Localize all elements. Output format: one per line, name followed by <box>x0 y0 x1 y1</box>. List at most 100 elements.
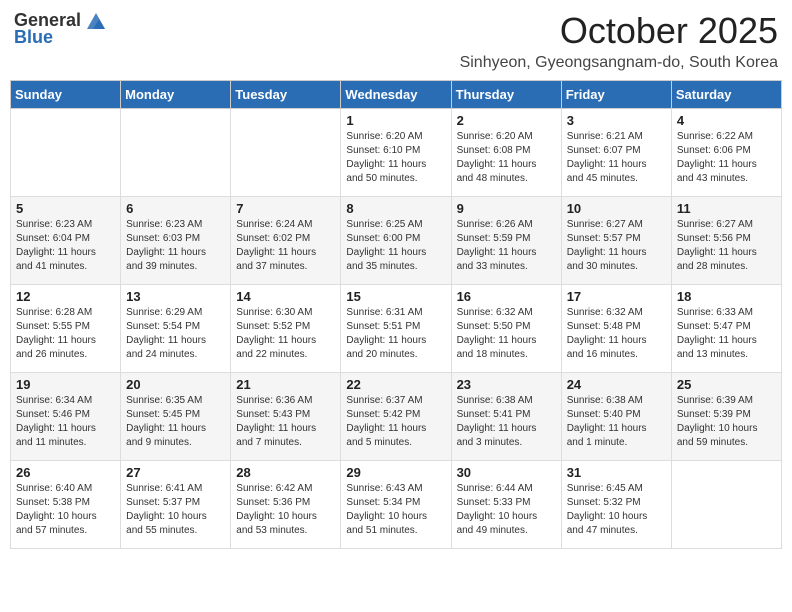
day-info: Sunrise: 6:45 AMSunset: 5:32 PMDaylight:… <box>567 482 666 538</box>
calendar-week-4: 19 Sunrise: 6:34 AMSunset: 5:46 PMDayligh… <box>11 373 782 461</box>
day-header-saturday: Saturday <box>671 81 781 109</box>
calendar-cell: 23 Sunrise: 6:38 AMSunset: 5:41 PMDayligh… <box>451 373 561 461</box>
calendar-cell: 17 Sunrise: 6:32 AMSunset: 5:48 PMDayligh… <box>561 285 671 373</box>
day-number: 11 <box>677 201 776 216</box>
logo-icon <box>85 11 107 31</box>
calendar-cell: 25Sunrise: 6:39 AMSunset: 5:39 PMDayligh… <box>671 373 781 461</box>
day-number: 26 <box>16 465 115 480</box>
calendar-cell: 18 Sunrise: 6:33 AMSunset: 5:47 PMDayligh… <box>671 285 781 373</box>
calendar-cell: 13 Sunrise: 6:29 AMSunset: 5:54 PMDayligh… <box>121 285 231 373</box>
day-number: 1 <box>346 113 445 128</box>
calendar-cell: 31 Sunrise: 6:45 AMSunset: 5:32 PMDayligh… <box>561 461 671 549</box>
calendar-cell: 12Sunrise: 6:28 AMSunset: 5:55 PMDayligh… <box>11 285 121 373</box>
calendar-cell: 15Sunrise: 6:31 AMSunset: 5:51 PMDayligh… <box>341 285 451 373</box>
day-info: Sunrise: 6:33 AMSunset: 5:47 PMDaylight:… <box>677 306 776 362</box>
day-info: Sunrise: 6:23 AMSunset: 6:04 PMDaylight:… <box>16 218 115 274</box>
day-header-thursday: Thursday <box>451 81 561 109</box>
day-number: 25 <box>677 377 776 392</box>
calendar-cell: 21 Sunrise: 6:36 AMSunset: 5:43 PMDayligh… <box>231 373 341 461</box>
day-number: 18 <box>677 289 776 304</box>
calendar-week-2: 5 Sunrise: 6:23 AMSunset: 6:04 PMDaylight… <box>11 197 782 285</box>
day-number: 14 <box>236 289 335 304</box>
calendar-cell: 5 Sunrise: 6:23 AMSunset: 6:04 PMDaylight… <box>11 197 121 285</box>
day-info: Sunrise: 6:38 AMSunset: 5:40 PMDaylight:… <box>567 394 666 450</box>
day-info: Sunrise: 6:27 AMSunset: 5:56 PMDaylight:… <box>677 218 776 274</box>
day-info: Sunrise: 6:25 AMSunset: 6:00 PMDaylight:… <box>346 218 445 274</box>
day-number: 21 <box>236 377 335 392</box>
day-info: Sunrise: 6:30 AMSunset: 5:52 PMDaylight:… <box>236 306 335 362</box>
calendar-cell: 7 Sunrise: 6:24 AMSunset: 6:02 PMDaylight… <box>231 197 341 285</box>
day-info: Sunrise: 6:43 AMSunset: 5:34 PMDaylight:… <box>346 482 445 538</box>
day-number: 19 <box>16 377 115 392</box>
day-info: Sunrise: 6:20 AMSunset: 6:10 PMDaylight:… <box>346 130 445 186</box>
day-info: Sunrise: 6:34 AMSunset: 5:46 PMDaylight:… <box>16 394 115 450</box>
day-info: Sunrise: 6:32 AMSunset: 5:48 PMDaylight:… <box>567 306 666 362</box>
calendar-cell <box>231 109 341 197</box>
calendar-cell <box>671 461 781 549</box>
calendar-cell: 19 Sunrise: 6:34 AMSunset: 5:46 PMDayligh… <box>11 373 121 461</box>
day-header-monday: Monday <box>121 81 231 109</box>
day-number: 2 <box>457 113 556 128</box>
calendar-cell: 26 Sunrise: 6:40 AMSunset: 5:38 PMDayligh… <box>11 461 121 549</box>
calendar-week-3: 12Sunrise: 6:28 AMSunset: 5:55 PMDayligh… <box>11 285 782 373</box>
month-title: October 2025 <box>460 10 778 52</box>
day-number: 28 <box>236 465 335 480</box>
calendar-cell <box>11 109 121 197</box>
calendar-week-1: 1 Sunrise: 6:20 AMSunset: 6:10 PMDaylight… <box>11 109 782 197</box>
day-info: Sunrise: 6:36 AMSunset: 5:43 PMDaylight:… <box>236 394 335 450</box>
day-info: Sunrise: 6:29 AMSunset: 5:54 PMDaylight:… <box>126 306 225 362</box>
day-number: 4 <box>677 113 776 128</box>
day-info: Sunrise: 6:38 AMSunset: 5:41 PMDaylight:… <box>457 394 556 450</box>
day-number: 16 <box>457 289 556 304</box>
day-number: 23 <box>457 377 556 392</box>
day-header-tuesday: Tuesday <box>231 81 341 109</box>
day-number: 3 <box>567 113 666 128</box>
day-number: 13 <box>126 289 225 304</box>
calendar-cell: 6 Sunrise: 6:23 AMSunset: 6:03 PMDaylight… <box>121 197 231 285</box>
day-info: Sunrise: 6:23 AMSunset: 6:03 PMDaylight:… <box>126 218 225 274</box>
day-number: 5 <box>16 201 115 216</box>
day-info: Sunrise: 6:22 AMSunset: 6:06 PMDaylight:… <box>677 130 776 186</box>
day-info: Sunrise: 6:44 AMSunset: 5:33 PMDaylight:… <box>457 482 556 538</box>
day-number: 8 <box>346 201 445 216</box>
day-info: Sunrise: 6:35 AMSunset: 5:45 PMDaylight:… <box>126 394 225 450</box>
day-number: 6 <box>126 201 225 216</box>
calendar-cell: 11 Sunrise: 6:27 AMSunset: 5:56 PMDayligh… <box>671 197 781 285</box>
logo: General Blue <box>14 10 107 48</box>
calendar-cell: 30Sunrise: 6:44 AMSunset: 5:33 PMDayligh… <box>451 461 561 549</box>
location-title: Sinhyeon, Gyeongsangnam-do, South Korea <box>460 54 778 72</box>
calendar-cell: 10Sunrise: 6:27 AMSunset: 5:57 PMDayligh… <box>561 197 671 285</box>
calendar-cell: 24 Sunrise: 6:38 AMSunset: 5:40 PMDayligh… <box>561 373 671 461</box>
day-number: 31 <box>567 465 666 480</box>
day-number: 12 <box>16 289 115 304</box>
calendar-cell <box>121 109 231 197</box>
day-header-friday: Friday <box>561 81 671 109</box>
day-info: Sunrise: 6:32 AMSunset: 5:50 PMDaylight:… <box>457 306 556 362</box>
day-number: 15 <box>346 289 445 304</box>
day-info: Sunrise: 6:40 AMSunset: 5:38 PMDaylight:… <box>16 482 115 538</box>
day-header-sunday: Sunday <box>11 81 121 109</box>
calendar-week-5: 26 Sunrise: 6:40 AMSunset: 5:38 PMDayligh… <box>11 461 782 549</box>
calendar-cell: 9 Sunrise: 6:26 AMSunset: 5:59 PMDaylight… <box>451 197 561 285</box>
day-info: Sunrise: 6:41 AMSunset: 5:37 PMDaylight:… <box>126 482 225 538</box>
day-number: 24 <box>567 377 666 392</box>
day-number: 20 <box>126 377 225 392</box>
day-info: Sunrise: 6:26 AMSunset: 5:59 PMDaylight:… <box>457 218 556 274</box>
day-number: 9 <box>457 201 556 216</box>
day-number: 17 <box>567 289 666 304</box>
title-section: October 2025 Sinhyeon, Gyeongsangnam-do,… <box>460 10 778 72</box>
calendar-cell: 16 Sunrise: 6:32 AMSunset: 5:50 PMDayligh… <box>451 285 561 373</box>
calendar-cell: 4 Sunrise: 6:22 AMSunset: 6:06 PMDaylight… <box>671 109 781 197</box>
day-info: Sunrise: 6:37 AMSunset: 5:42 PMDaylight:… <box>346 394 445 450</box>
day-info: Sunrise: 6:42 AMSunset: 5:36 PMDaylight:… <box>236 482 335 538</box>
day-number: 29 <box>346 465 445 480</box>
day-info: Sunrise: 6:24 AMSunset: 6:02 PMDaylight:… <box>236 218 335 274</box>
calendar-cell: 28 Sunrise: 6:42 AMSunset: 5:36 PMDayligh… <box>231 461 341 549</box>
day-header-wednesday: Wednesday <box>341 81 451 109</box>
day-info: Sunrise: 6:27 AMSunset: 5:57 PMDaylight:… <box>567 218 666 274</box>
day-number: 7 <box>236 201 335 216</box>
calendar-cell: 3Sunrise: 6:21 AMSunset: 6:07 PMDaylight… <box>561 109 671 197</box>
calendar-cell: 22Sunrise: 6:37 AMSunset: 5:42 PMDayligh… <box>341 373 451 461</box>
calendar-table: SundayMondayTuesdayWednesdayThursdayFrid… <box>10 80 782 549</box>
calendar-cell: 14 Sunrise: 6:30 AMSunset: 5:52 PMDayligh… <box>231 285 341 373</box>
